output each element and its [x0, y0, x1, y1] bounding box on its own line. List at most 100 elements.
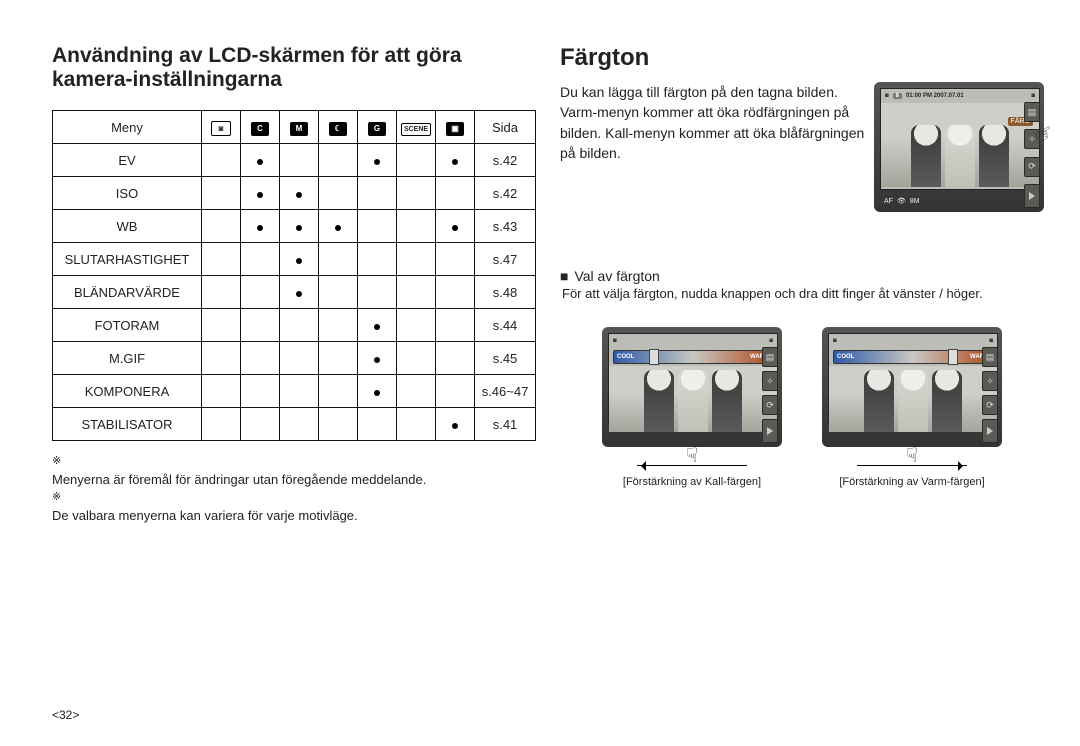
cell-mode: [241, 177, 280, 210]
cell-mode: [358, 276, 397, 309]
lcd-statusbar: ◙ 8 01:00 PM 2007.07.01 ◙: [881, 89, 1039, 103]
dot-icon: [296, 192, 302, 198]
sub-section: ■Val av färgton För att välja färgton, n…: [560, 268, 1044, 301]
side-btn[interactable]: ✧: [982, 371, 998, 391]
cell-mode: [202, 342, 241, 375]
note-marker-1: ※: [52, 453, 532, 470]
cell-mode: [280, 243, 319, 276]
dot-icon: [257, 225, 263, 231]
cell-mode: [319, 144, 358, 177]
side-btn-3[interactable]: ⟳: [1024, 157, 1040, 177]
right-heading: Färgton: [560, 44, 1044, 72]
side-btn[interactable]: ⟳: [762, 395, 778, 415]
slider-knob-warm[interactable]: [948, 349, 958, 365]
cell-mode: [397, 144, 436, 177]
cell-meny: STABILISATOR: [53, 408, 202, 441]
cell-mode: [319, 243, 358, 276]
side-btn[interactable]: ▤: [982, 347, 998, 367]
side-btn-1[interactable]: ▤: [1024, 102, 1040, 122]
cell-mode: [280, 210, 319, 243]
cell-mode: [202, 375, 241, 408]
side-btn[interactable]: ✧: [762, 371, 778, 391]
menu-table: Meny ◙ C M ☾ G SCENE ▣ Sida EVs.42ISOs.4…: [52, 110, 536, 441]
cell-mode: [202, 210, 241, 243]
table-row: WBs.43: [53, 210, 536, 243]
table-header-row: Meny ◙ C M ☾ G SCENE ▣ Sida: [53, 111, 536, 144]
cell-sida: s.48: [475, 276, 536, 309]
bullet-icon: ■: [560, 268, 568, 284]
cell-mode: [436, 210, 475, 243]
cell-sida: s.42: [475, 177, 536, 210]
cell-mode: [319, 210, 358, 243]
cell-meny: KOMPONERA: [53, 375, 202, 408]
dot-icon: [374, 390, 380, 396]
color-slider-cool[interactable]: COOL WARM: [613, 350, 773, 364]
cell-meny: BLÄNDARVÄRDE: [53, 276, 202, 309]
ex-status-mode-icon: ◙: [769, 338, 773, 344]
cell-mode: [358, 342, 397, 375]
cell-mode: [241, 408, 280, 441]
cell-mode: [280, 309, 319, 342]
dot-icon: [257, 192, 263, 198]
color-slider-warm[interactable]: COOL WARM: [833, 350, 993, 364]
cell-mode: [202, 309, 241, 342]
cell-mode: [397, 177, 436, 210]
examples: ◙ ◙ COOL WARM ▤: [560, 327, 1044, 488]
mode-col-6: SCENE: [397, 111, 436, 144]
mode-col-1: ◙: [202, 111, 241, 144]
header-sida: Sida: [475, 111, 536, 144]
lcd-sidebar: ▤ ✧ ⟳: [1024, 102, 1040, 208]
cell-mode: [436, 408, 475, 441]
cell-mode: [319, 375, 358, 408]
table-row: FOTORAMs.44: [53, 309, 536, 342]
dot-icon: [452, 423, 458, 429]
lcd-photo: FÄRG: [881, 103, 1039, 187]
cell-mode: [397, 210, 436, 243]
dot-icon: [296, 291, 302, 297]
cell-sida: s.46~47: [475, 375, 536, 408]
dot-icon: [374, 357, 380, 363]
side-btn-play[interactable]: [1024, 184, 1040, 208]
ex-status-icon: ◙: [613, 338, 617, 344]
cell-mode: [397, 243, 436, 276]
cell-mode: [319, 276, 358, 309]
cell-mode: [436, 276, 475, 309]
cell-meny: M.GIF: [53, 342, 202, 375]
cell-mode: [397, 375, 436, 408]
side-btn-play[interactable]: [982, 419, 998, 443]
camera-icon: ◙: [211, 121, 231, 136]
cell-mode: [280, 276, 319, 309]
cell-mode: [319, 177, 358, 210]
caption-warm: [Förstärkning av Varm-färgen]: [822, 476, 1002, 488]
side-btn-play[interactable]: [762, 419, 778, 443]
scene-icon: SCENE: [401, 123, 431, 136]
status-mode-icon: ◙: [1031, 93, 1035, 99]
cell-mode: [280, 177, 319, 210]
note-marker-2: ※: [52, 489, 532, 506]
slider-knob-cool[interactable]: [649, 349, 659, 365]
table-row: ISOs.42: [53, 177, 536, 210]
cell-mode: [280, 144, 319, 177]
bottom-value: 8M: [910, 198, 920, 205]
table-row: EVs.42: [53, 144, 536, 177]
mode-col-2: C: [241, 111, 280, 144]
ex-status-icon: ◙: [833, 338, 837, 344]
play-icon: [1029, 192, 1035, 200]
sub-text: För att välja färgton, nudda knappen och…: [562, 286, 1044, 301]
mode-col-4: ☾: [319, 111, 358, 144]
cell-mode: [241, 243, 280, 276]
side-btn[interactable]: ⟳: [982, 395, 998, 415]
cell-mode: [202, 177, 241, 210]
cell-mode: [319, 408, 358, 441]
cell-mode: [202, 276, 241, 309]
table-row: KOMPONERA s.46~47: [53, 375, 536, 408]
side-btn[interactable]: ▤: [762, 347, 778, 367]
cell-mode: [319, 309, 358, 342]
movie-icon: ▣: [446, 122, 464, 136]
status-value: 8: [893, 93, 902, 99]
cell-sida: s.43: [475, 210, 536, 243]
cell-mode: [202, 408, 241, 441]
cell-meny: FOTORAM: [53, 309, 202, 342]
cell-sida: s.41: [475, 408, 536, 441]
cell-mode: [436, 144, 475, 177]
